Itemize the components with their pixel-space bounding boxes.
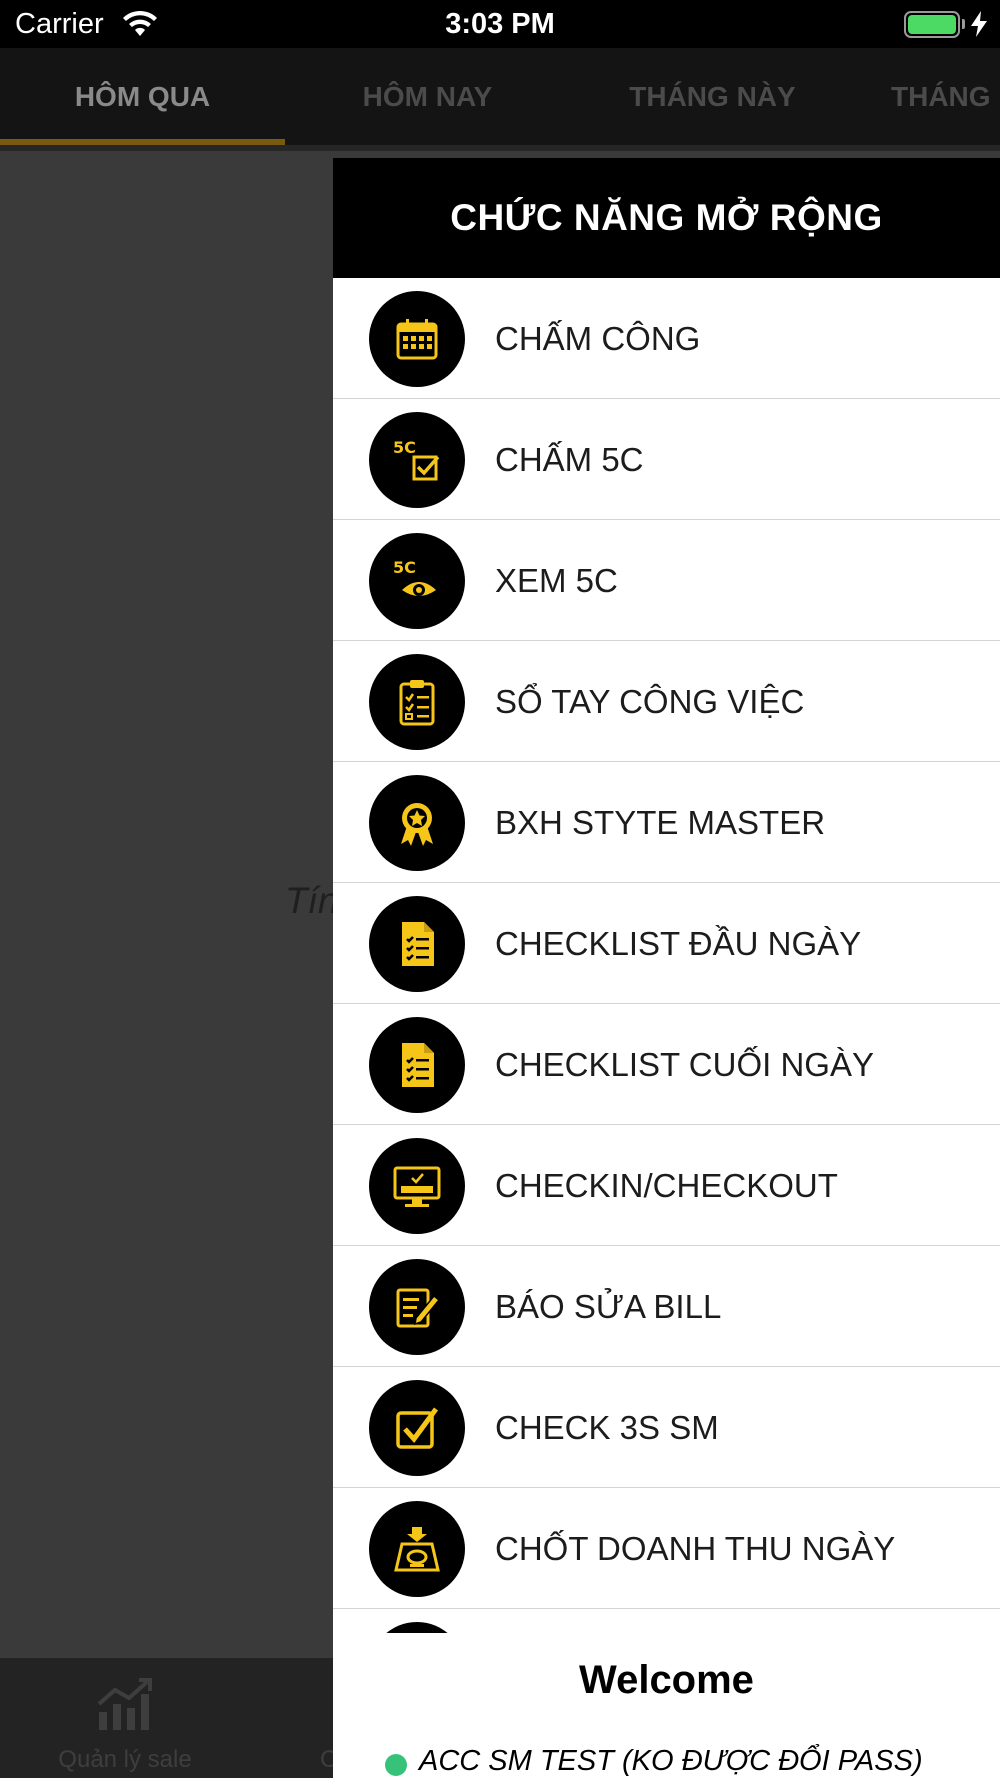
- tab-thang-nay[interactable]: THÁNG NÀY: [570, 48, 855, 145]
- period-tab-bar: HÔM QUA HÔM NAY THÁNG NÀY THÁNG: [0, 48, 1000, 145]
- user-account-name: ACC SM TEST (KO ĐƯỢC ĐỔI PASS): [419, 1745, 923, 1777]
- chart-icon: [97, 1678, 152, 1730]
- menu-label: BÁO SỬA BILL: [495, 1288, 722, 1325]
- drawer-menu-list[interactable]: CHẤM CÔNG 5C CHẤM 5C 5C XEM 5C SỔ TAY CÔ…: [333, 278, 1000, 1633]
- charging-bolt-icon: [971, 11, 987, 37]
- calendar-icon: [369, 291, 465, 387]
- menu-item-checklist-cuoi-ngay[interactable]: CHECKLIST CUỐI NGÀY: [333, 1004, 1000, 1125]
- clipboard-icon: [369, 654, 465, 750]
- menu-item-checklist-dau-ngay[interactable]: CHECKLIST ĐẦU NGÀY: [333, 883, 1000, 1004]
- drawer-title: CHỨC NĂNG MỞ RỘNG: [333, 158, 1000, 278]
- menu-item-cham-cong[interactable]: CHẤM CÔNG: [333, 278, 1000, 399]
- menu-label: BXH STYTE MASTER: [495, 804, 826, 841]
- menu-label: CHỐT DOANH THU NGÀY: [495, 1530, 896, 1567]
- battery-icon: [904, 11, 960, 38]
- check-in-monitor-icon: [369, 1138, 465, 1234]
- menu-label: CHECKLIST CUỐI NGÀY: [495, 1046, 874, 1083]
- svg-text:5C: 5C: [393, 438, 416, 457]
- welcome-heading: Welcome: [579, 1658, 754, 1702]
- checklist-doc-icon: [369, 896, 465, 992]
- svg-text:5C: 5C: [393, 558, 416, 577]
- 5c-check-icon: 5C: [369, 412, 465, 508]
- background-partial-text: Tín: [285, 880, 339, 921]
- menu-item-partial[interactable]: [333, 1609, 1000, 1633]
- menu-label: CHECKIN/CHECKOUT: [495, 1167, 838, 1204]
- menu-icon-partial: [369, 1622, 465, 1633]
- online-status-dot: [385, 1754, 407, 1776]
- menu-item-xem-5c[interactable]: 5C XEM 5C: [333, 520, 1000, 641]
- menu-label: XEM 5C: [495, 562, 618, 599]
- menu-label: CHẤM 5C: [495, 441, 644, 478]
- 5c-eye-icon: 5C: [369, 533, 465, 629]
- status-bar: Carrier 3:03 PM: [0, 0, 1000, 48]
- clock: 3:03 PM: [445, 8, 555, 40]
- menu-item-cham-5c[interactable]: 5C CHẤM 5C: [333, 399, 1000, 520]
- menu-item-so-tay-cong-viec[interactable]: SỔ TAY CÔNG VIỆC: [333, 641, 1000, 762]
- menu-item-check-3s-sm[interactable]: CHECK 3S SM: [333, 1367, 1000, 1488]
- menu-item-chot-doanh-thu-ngay[interactable]: CHỐT DOANH THU NGÀY: [333, 1488, 1000, 1609]
- battery-tip: [962, 19, 965, 29]
- tab-hom-nay[interactable]: HÔM NAY: [285, 48, 570, 145]
- menu-item-bao-sua-bill[interactable]: BÁO SỬA BILL: [333, 1246, 1000, 1367]
- menu-item-bxh-styte-master[interactable]: BXH STYTE MASTER: [333, 762, 1000, 883]
- bottom-nav-sales-label: Quản lý sale: [58, 1746, 192, 1773]
- tab-thang[interactable]: THÁNG: [855, 48, 1000, 145]
- checklist-doc-icon: [369, 1017, 465, 1113]
- extended-functions-drawer: CHỨC NĂNG MỞ RỘNG CHẤM CÔNG 5C CHẤM 5C 5…: [333, 158, 1000, 1778]
- menu-label: SỔ TAY CÔNG VIỆC: [495, 683, 805, 720]
- checkbox-icon: [369, 1380, 465, 1476]
- drawer-footer: Welcome ACC SM TEST (KO ĐƯỢC ĐỔI PASS): [333, 1633, 1000, 1778]
- edit-bill-icon: [369, 1259, 465, 1355]
- menu-item-checkin-checkout[interactable]: CHECKIN/CHECKOUT: [333, 1125, 1000, 1246]
- menu-label: CHECK 3S SM: [495, 1409, 719, 1446]
- tab-divider: [0, 145, 1000, 151]
- award-icon: [369, 775, 465, 871]
- tab-hom-qua[interactable]: HÔM QUA: [0, 48, 285, 145]
- menu-label: CHẤM CÔNG: [495, 320, 701, 357]
- menu-label: CHECKLIST ĐẦU NGÀY: [495, 925, 862, 962]
- cash-register-icon: [369, 1501, 465, 1597]
- bottom-nav-sales[interactable]: Quản lý sale: [0, 1658, 250, 1778]
